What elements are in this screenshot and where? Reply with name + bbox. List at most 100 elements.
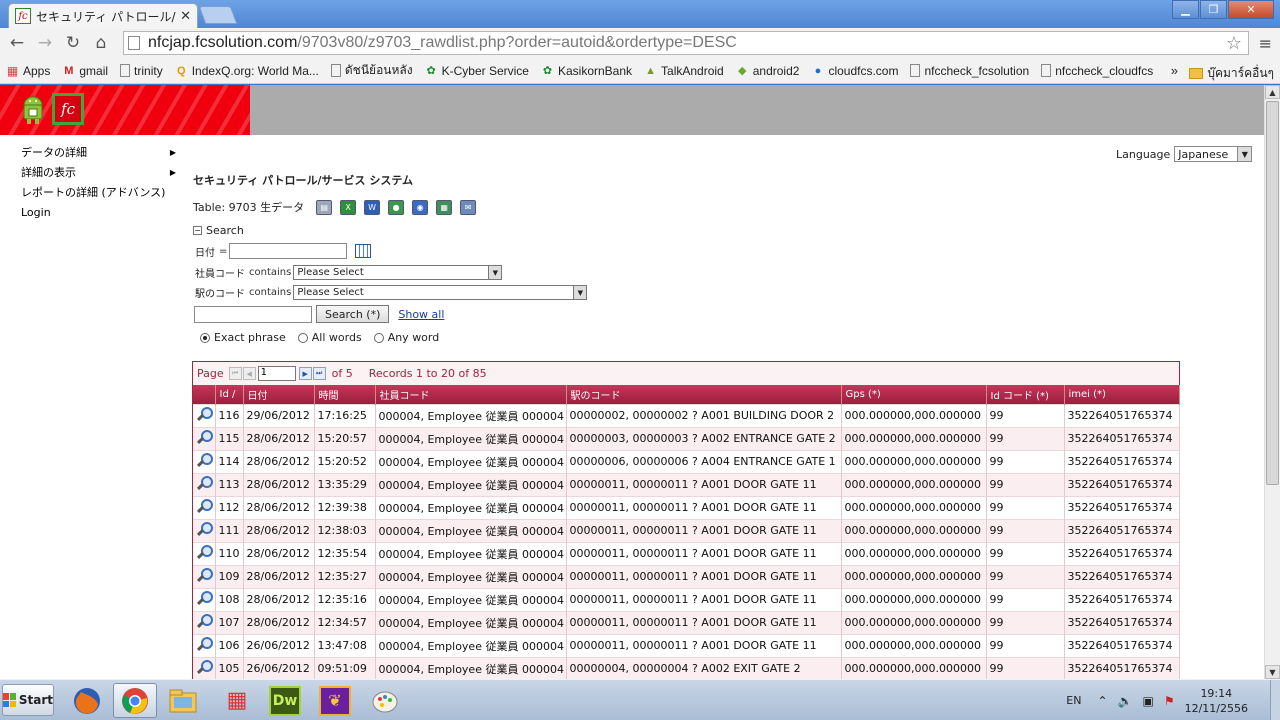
first-page-icon[interactable]: ⏮ <box>228 367 242 380</box>
print-icon[interactable]: ▤ <box>316 199 333 215</box>
paint-icon[interactable] <box>363 683 407 718</box>
table-row[interactable]: 115 28/06/2012 15:20:57 000004, Employee 従業… <box>193 426 1180 450</box>
bookmark-nfccheck-cloudfcs[interactable]: nfccheck_cloudfcs <box>1041 64 1153 78</box>
magnifier-icon[interactable] <box>196 475 213 491</box>
sidebar-item-view-detail[interactable]: 詳細の表示 ▶ <box>21 162 181 182</box>
clock[interactable]: 19:14 12/11/2556 <box>1185 686 1248 716</box>
minimize-button[interactable]: ▁ <box>1172 0 1199 19</box>
sidebar-item-advanced-report[interactable]: レポートの詳細 (アドバンス) <box>21 182 181 202</box>
option-any-word[interactable]: Any word <box>373 331 439 344</box>
maximize-button[interactable]: ❐ <box>1200 0 1227 19</box>
magnifier-icon[interactable] <box>196 636 213 652</box>
book-icon[interactable]: ❦ <box>313 683 357 718</box>
chrome-icon[interactable] <box>113 683 157 718</box>
new-tab-button[interactable] <box>198 6 238 24</box>
table-row[interactable]: 116 29/06/2012 17:16:25 000004, Employee 従業… <box>193 403 1180 427</box>
start-button[interactable]: Start <box>2 684 54 716</box>
magnifier-icon[interactable] <box>196 567 213 583</box>
show-hidden-icons-icon[interactable]: ⌃ <box>1097 694 1107 708</box>
col-gps[interactable]: Gps (*) <box>841 385 987 404</box>
bookmark-gmail[interactable]: Mgmail <box>62 64 108 78</box>
radio[interactable] <box>373 332 384 343</box>
magnifier-icon[interactable] <box>196 544 213 560</box>
col-station[interactable]: 駅のコード <box>566 385 842 404</box>
magnifier-icon[interactable] <box>196 521 213 537</box>
table-row[interactable]: 111 28/06/2012 12:38:03 000004, Employee 従業… <box>193 518 1180 542</box>
radio[interactable] <box>297 332 308 343</box>
scroll-down-icon[interactable]: ▼ <box>1265 665 1280 679</box>
employee-select[interactable]: Please Select ▼ <box>293 265 503 280</box>
last-page-icon[interactable]: ⏭ <box>312 367 326 380</box>
search-button[interactable]: Search (*) <box>316 305 390 323</box>
calendar-icon[interactable] <box>355 244 372 258</box>
magnifier-icon[interactable] <box>196 406 213 422</box>
station-select[interactable]: Please Select ▼ <box>293 285 588 300</box>
col-imei[interactable]: imei (*) <box>1064 385 1180 404</box>
magnifier-icon[interactable] <box>196 452 213 468</box>
sidebar-item-data-detail[interactable]: データの詳細 ▶ <box>21 142 181 162</box>
col-employee[interactable]: 社員コード <box>375 385 567 404</box>
explorer-icon[interactable] <box>161 683 205 718</box>
browser-tab[interactable]: fc セキュリティ パトロール/サ ✕ <box>8 3 198 28</box>
search-panel-header[interactable]: − Search <box>193 224 244 237</box>
prev-page-icon[interactable]: ◀ <box>242 367 256 380</box>
scroll-up-icon[interactable]: ▲ <box>1265 85 1280 99</box>
language-dropdown[interactable]: Japanese ▼ <box>1174 146 1253 162</box>
bookmark-kasikorn[interactable]: ✿ KasikornBank <box>541 64 632 78</box>
bookmark-talkandroid[interactable]: ▲ TalkAndroid <box>644 64 724 78</box>
email-icon[interactable]: ✉ <box>460 199 477 215</box>
show-all-link[interactable]: Show all <box>398 308 444 321</box>
magnifier-icon[interactable] <box>196 498 213 514</box>
back-icon[interactable]: ← <box>3 31 31 55</box>
page-scrollbar[interactable]: ▲ ▼ <box>1264 85 1280 679</box>
table-row[interactable]: 105 26/06/2012 09:51:09 000004, Employee 従業… <box>193 656 1180 679</box>
url-text[interactable]: nfcjap.fcsolution.com/9703v80/z9703_rawd… <box>148 34 1226 52</box>
table-row[interactable]: 109 28/06/2012 12:35:27 000004, Employee 従業… <box>193 564 1180 588</box>
magnifier-icon[interactable] <box>196 590 213 606</box>
page-number-input[interactable]: 1 <box>257 366 296 381</box>
collapse-icon[interactable]: − <box>193 226 202 235</box>
firefox-icon[interactable] <box>65 683 109 718</box>
bookmark-star-icon[interactable]: ☆ <box>1226 33 1242 54</box>
export-csv-icon[interactable]: ▦ <box>436 199 453 215</box>
col-date[interactable]: 日付 <box>243 385 315 404</box>
date-input[interactable] <box>229 243 348 259</box>
other-bookmarks[interactable]: บุ๊คมาร์คอื่นๆ <box>1189 64 1274 83</box>
apps-grid-icon[interactable]: ▦ <box>215 683 259 718</box>
tab-close-icon[interactable]: ✕ <box>180 9 191 24</box>
chrome-menu-icon[interactable]: ≡ <box>1259 34 1272 53</box>
dreamweaver-icon[interactable]: Dw <box>263 683 307 718</box>
table-row[interactable]: 107 28/06/2012 12:34:57 000004, Employee 従業… <box>193 610 1180 634</box>
close-window-button[interactable]: ✕ <box>1228 0 1274 19</box>
bookmark-cloudfcs[interactable]: ● cloudfcs.com <box>811 64 899 78</box>
magnifier-icon[interactable] <box>196 613 213 629</box>
table-row[interactable]: 106 26/06/2012 13:47:08 000004, Employee 従業… <box>193 633 1180 657</box>
bookmark-android2[interactable]: ◆ android2 <box>736 64 799 78</box>
export-word-icon[interactable]: W <box>364 199 381 215</box>
network-icon[interactable]: ▣ <box>1142 694 1153 708</box>
magnifier-icon[interactable] <box>196 429 213 445</box>
next-page-icon[interactable]: ▶ <box>298 367 312 380</box>
table-row[interactable]: 114 28/06/2012 15:20:52 000004, Employee 従業… <box>193 449 1180 473</box>
table-row[interactable]: 113 28/06/2012 13:35:29 000004, Employee 従業… <box>193 472 1180 496</box>
bookmark-thai-index[interactable]: ดัชนีย้อนหลัง <box>330 61 413 80</box>
export-excel-icon[interactable]: X <box>340 199 357 215</box>
keyword-input[interactable] <box>194 305 312 323</box>
col-id[interactable]: Id / <box>215 385 244 404</box>
address-bar[interactable]: nfcjap.fcsolution.com/9703v80/z9703_rawd… <box>123 31 1249 55</box>
bookmark-trinity[interactable]: trinity <box>120 64 163 78</box>
input-language[interactable]: EN <box>1066 694 1081 707</box>
home-icon[interactable]: ⌂ <box>87 31 115 55</box>
bookmark-nfccheck-fcsolution[interactable]: nfccheck_fcsolution <box>910 64 1029 78</box>
col-idcode[interactable]: Id コード (*) <box>986 385 1065 404</box>
bookmark-apps[interactable]: ▦ Apps <box>6 64 51 78</box>
radio-checked[interactable] <box>200 332 210 343</box>
show-desktop-button[interactable] <box>1270 680 1280 720</box>
col-time[interactable]: 時間 <box>314 385 376 404</box>
sidebar-item-login[interactable]: Login <box>21 202 181 222</box>
table-row[interactable]: 112 28/06/2012 12:39:38 000004, Employee 従業… <box>193 495 1180 519</box>
option-exact-phrase[interactable]: Exact phrase <box>200 331 286 344</box>
reload-icon[interactable]: ↻ <box>59 31 87 55</box>
scroll-thumb[interactable] <box>1266 101 1279 485</box>
bookmarks-overflow-button[interactable]: » <box>1171 63 1178 78</box>
